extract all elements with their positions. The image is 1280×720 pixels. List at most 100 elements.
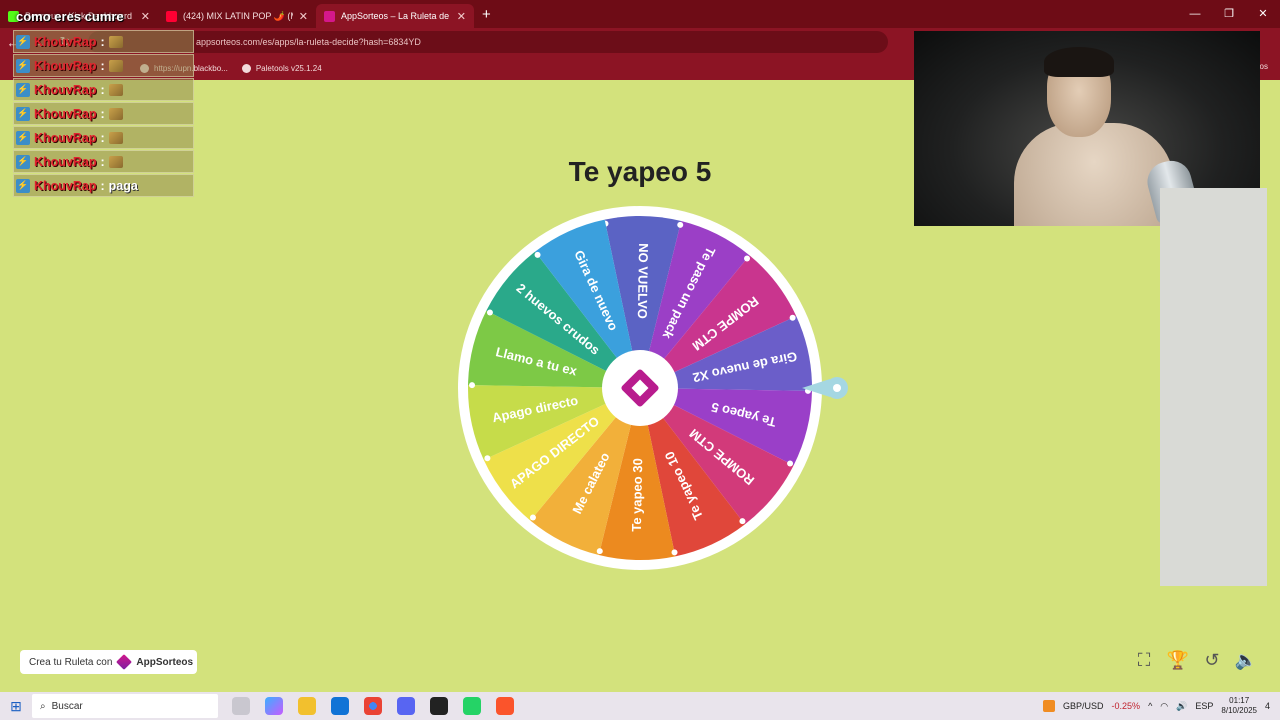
brave-icon[interactable] [496,697,514,715]
chat-separator: : [100,178,105,193]
chat-username[interactable]: KhouvRap [34,155,97,169]
language-indicator[interactable]: ESP [1195,701,1213,711]
wheel-segment-label: NO VUELVO [635,243,651,319]
discord-icon[interactable] [397,697,415,715]
chat-message: ⚡ KhouvRap: [13,30,194,53]
wheel-peg [469,382,476,389]
result-title: Te yapeo 5 [568,156,712,187]
chat-username[interactable]: KhouvRap [34,59,97,73]
clock-date: 8/10/2025 [1221,706,1257,715]
task-view-icon[interactable] [232,697,250,715]
chat-separator: : [100,106,105,121]
notification-count[interactable]: 4 [1265,701,1270,711]
chat-separator: : [100,154,105,169]
roulette-wheel[interactable]: NO VUELVO Te paso un packROMPE CTMGira de… [455,202,855,574]
chat-separator: : [100,58,105,73]
chat-badge-icon: ⚡ [16,178,30,193]
chat-message: ⚡ KhouvRap: paga [13,174,194,197]
wheel-peg [744,255,751,262]
chat-username[interactable]: KhouvRap [34,107,97,121]
chat-badge-icon: ⚡ [16,154,30,169]
chat-username[interactable]: KhouvRap [34,179,97,193]
chat-emote-icon [108,131,123,144]
ticker-value: -0.25% [1111,701,1141,711]
create-roulette-link[interactable]: Crea tu Ruleta con AppSorteos [20,650,197,674]
new-tab-button[interactable]: + [482,6,491,23]
tab-title: AppSorteos – La Ruleta de la S [341,11,451,21]
url-field[interactable]: appsorteos.com/es/apps/la-ruleta-decide?… [88,31,888,53]
trophy-icon[interactable]: 🏆 [1167,650,1189,670]
chat-message: ⚡ KhouvRap: [13,54,194,77]
search-icon: ⌕ [40,700,46,712]
chat-username[interactable]: KhouvRap [34,83,97,97]
chat-text: paga [108,178,138,193]
volume-icon[interactable]: 🔈 [1235,650,1257,670]
appsorteos-favicon-icon [324,10,335,22]
copilot-icon[interactable] [265,697,283,715]
brand-prefix: Crea tu Ruleta con [29,656,113,668]
wheel-peg [486,309,493,316]
wheel-peg [534,251,541,258]
chat-emote-icon [108,155,123,168]
tab-youtube-mix[interactable]: (424) MIX LATIN POP 🌶️ (M ✕ [158,4,316,28]
wheel-tools: ⛶ 🏆 ↺ 🔈 [1134,650,1258,670]
wheel-peg [739,518,746,525]
obs-icon[interactable] [430,697,448,715]
chat-overlay: ⚡ KhouvRap: ⚡ KhouvRap: ⚡ KhouvRap: ⚡ KhouvRap:… [13,30,194,198]
bookmark-item[interactable]: Paletools v25.1.24 [241,63,322,73]
chat-badge-icon: ⚡ [16,58,30,73]
start-icon[interactable]: ⊞ [0,698,32,715]
wheel-peg [671,549,678,556]
clock-time: 01:17 [1229,696,1250,705]
chat-separator: : [100,34,105,49]
whatsapp-icon[interactable] [463,697,481,715]
close-tab-icon[interactable]: ✕ [457,10,466,23]
outlook-icon[interactable] [331,697,349,715]
chat-emote-icon [108,59,123,72]
fullscreen-icon[interactable]: ⛶ [1134,650,1154,670]
wheel-peg [529,514,536,521]
taskbar-search[interactable]: ⌕ Buscar [32,694,218,718]
restore-icon[interactable]: ❐ [1212,0,1246,28]
chat-message: ⚡ KhouvRap: [13,126,194,149]
chat-username[interactable]: KhouvRap [34,35,97,49]
wheel-pointer-dot [833,384,841,392]
wheel-peg [789,314,796,321]
close-window-icon[interactable]: ✕ [1246,0,1280,28]
windows-taskbar: ⊞ ⌕ Buscar GBP/USD -0.25% ^ ◠ 🔊 ESP 01:1… [0,692,1280,720]
clock[interactable]: 01:17 8/10/2025 [1221,696,1257,716]
bookmark-label: Paletools v25.1.24 [255,63,322,73]
tray-overflow-icon[interactable]: ^ [1148,701,1152,711]
taskbar-apps [232,697,514,715]
wheel-peg [677,221,684,228]
chat-separator: : [100,82,105,97]
bookmark-icon [241,63,251,73]
search-placeholder: Buscar [51,700,83,712]
ticker-label: GBP/USD [1063,701,1104,711]
wheel-peg [787,460,794,467]
youtube-favicon-icon [166,10,177,22]
file-explorer-icon[interactable] [298,697,316,715]
chat-message: ⚡ KhouvRap: [13,150,194,173]
chat-message: ⚡ KhouvRap: [13,78,194,101]
browser-tabbar: Beenpus · Kick Dashboard ✕ (424) MIX LAT… [0,0,1280,28]
chat-emote-icon [108,35,123,48]
system-tray: GBP/USD -0.25% ^ ◠ 🔊 ESP 01:17 8/10/2025… [1043,692,1280,720]
minimize-icon[interactable]: — [1178,0,1212,28]
tab-appsorteos[interactable]: AppSorteos – La Ruleta de la S ✕ [316,4,474,28]
streamer-hair [1044,47,1114,77]
chat-badge-icon: ⚡ [16,82,30,97]
chat-message: ⚡ KhouvRap: [13,102,194,125]
chrome-icon[interactable] [364,697,382,715]
window-controls: — ❐ ✕ [1178,0,1280,28]
speaker-icon[interactable]: 🔊 [1176,701,1187,712]
chat-emote-icon [108,107,123,120]
chat-badge-icon: ⚡ [16,34,30,49]
close-tab-icon[interactable]: ✕ [141,10,150,23]
wifi-icon[interactable]: ◠ [1160,701,1168,712]
chat-separator: : [100,130,105,145]
close-tab-icon[interactable]: ✕ [299,10,308,23]
chat-username[interactable]: KhouvRap [34,131,97,145]
chat-badge-icon: ⚡ [16,130,30,145]
reset-icon[interactable]: ↺ [1202,650,1222,670]
